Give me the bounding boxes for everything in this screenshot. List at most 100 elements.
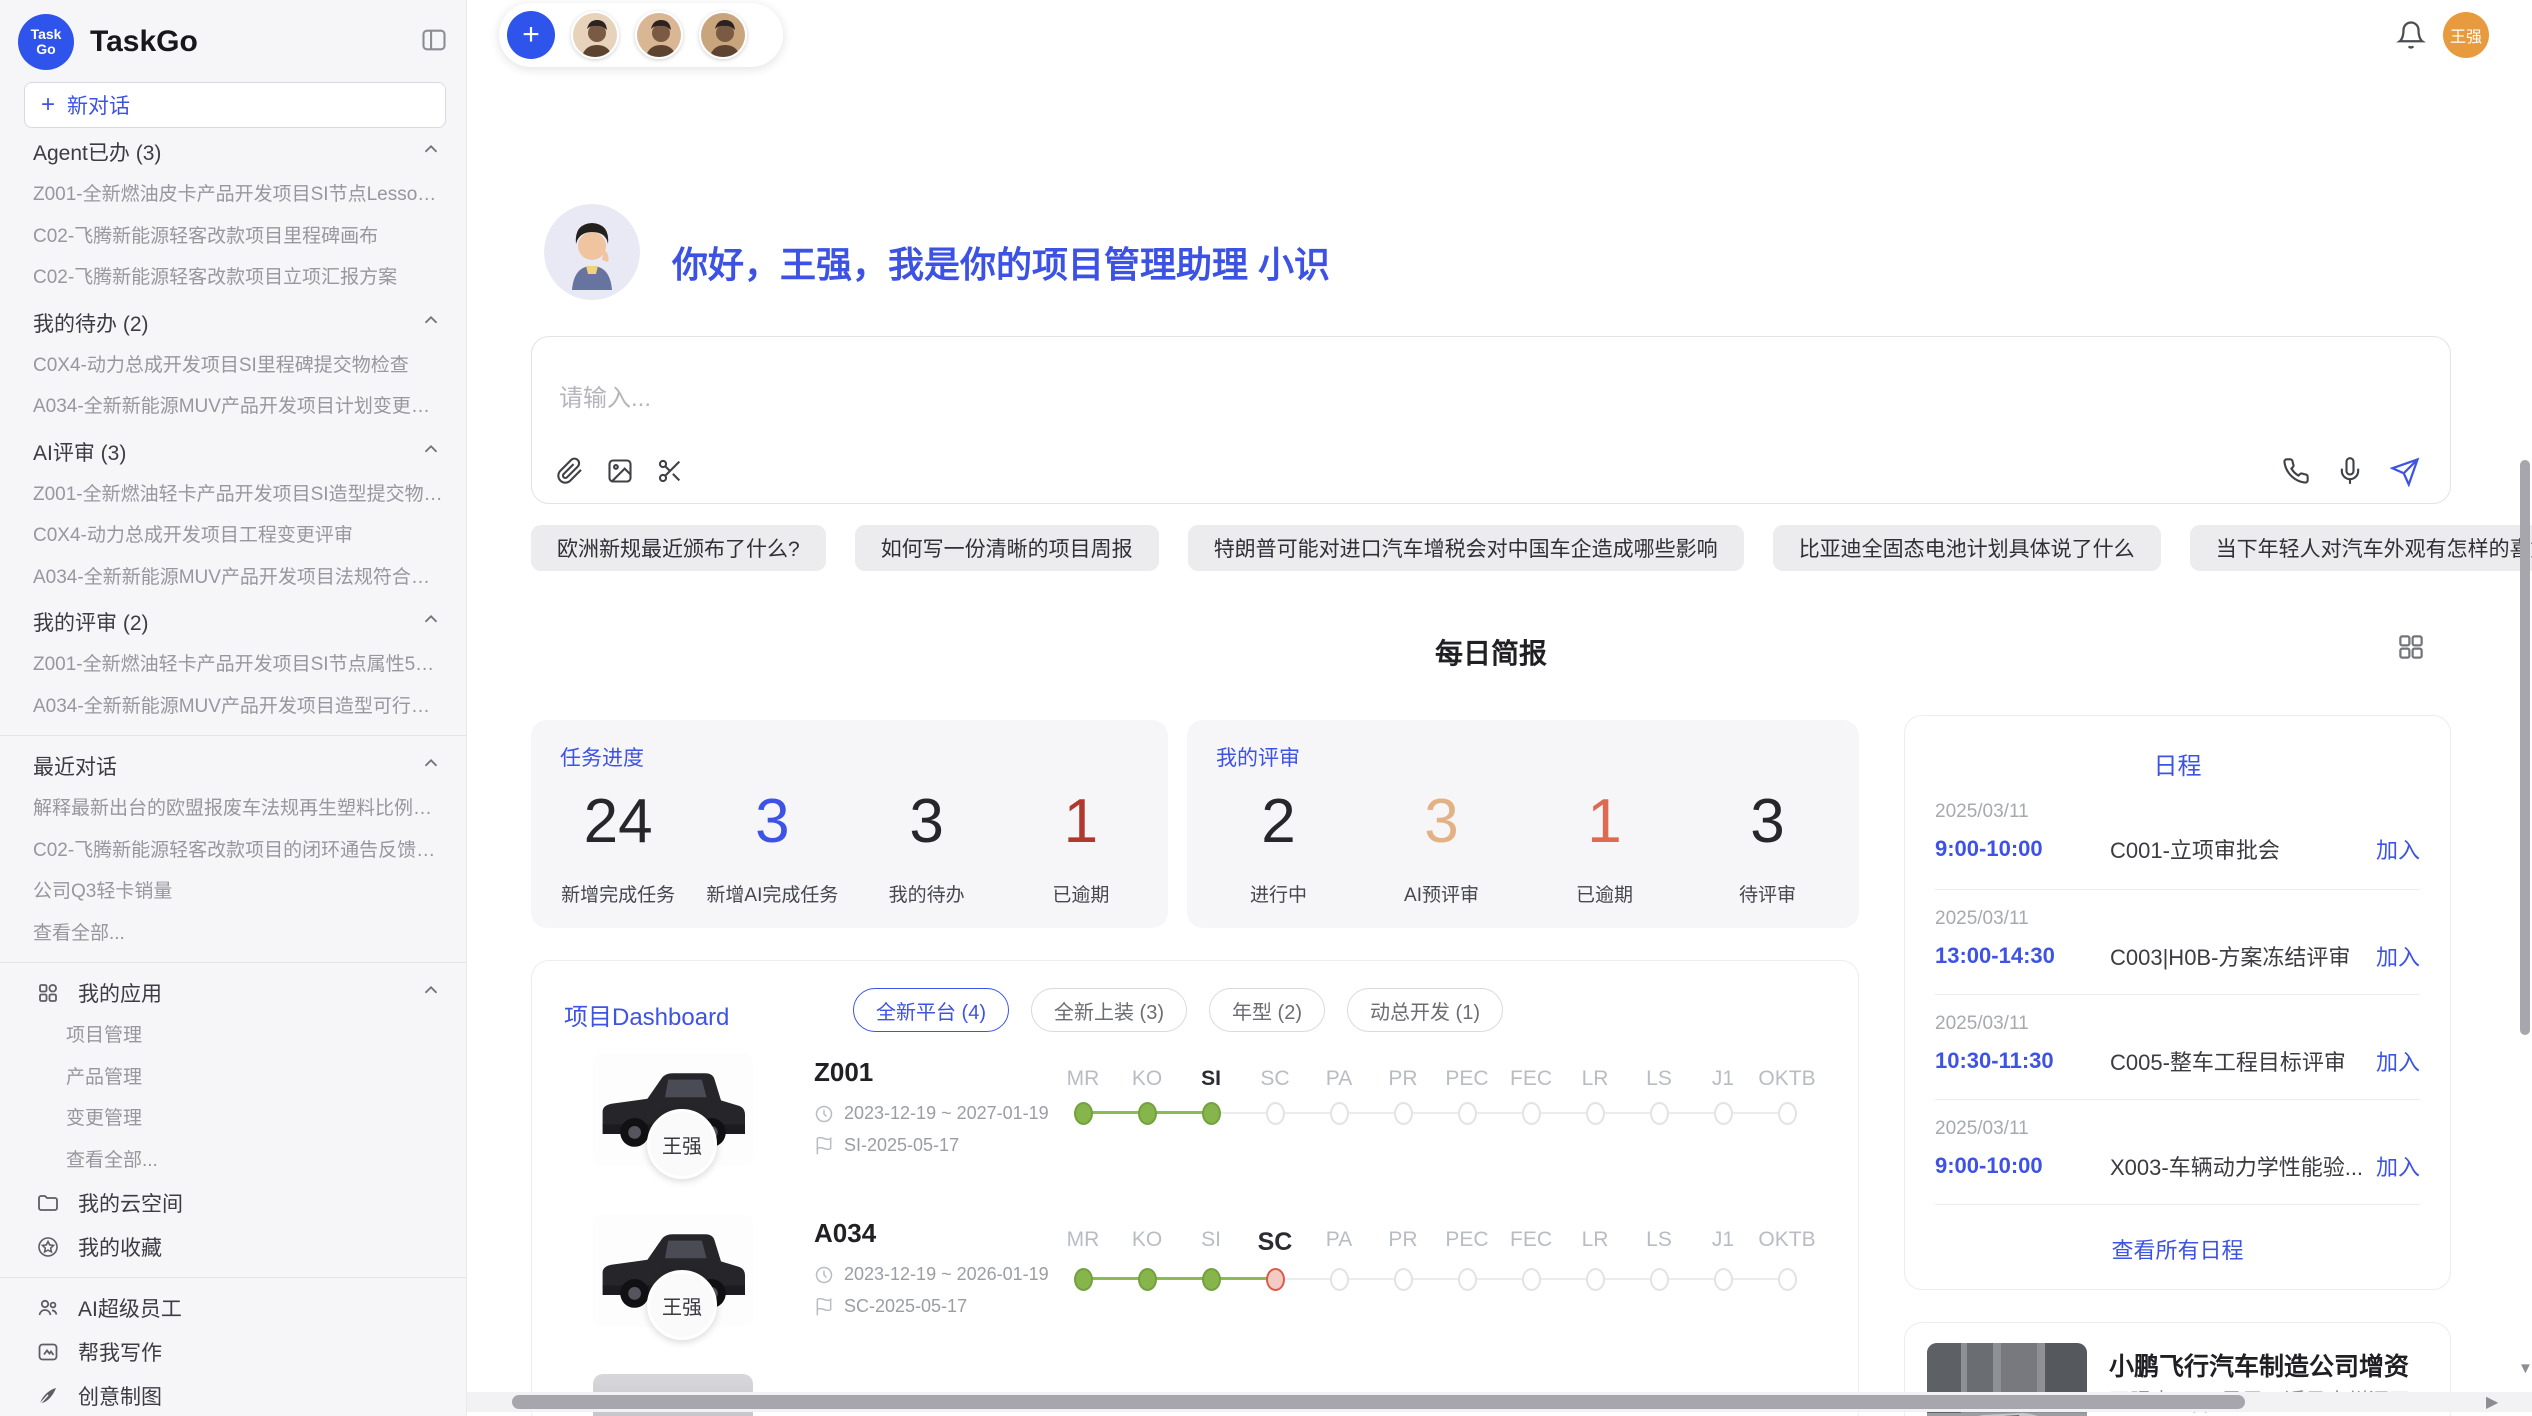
- stat: 3 待评审: [1686, 778, 1849, 928]
- project-dates: 2023-12-19 ~ 2026-01-19: [814, 1264, 1049, 1285]
- join-button[interactable]: 加入: [2376, 833, 2420, 865]
- stat-value: 1: [1587, 778, 1621, 866]
- sidebar-item-cloud-space[interactable]: 我的云空间: [0, 1181, 466, 1225]
- list-item[interactable]: Z001-全新燃油轻卡产品开发项目SI造型提交物评审: [0, 474, 466, 516]
- tab-powertrain[interactable]: 动总开发 (1): [1347, 988, 1503, 1032]
- vertical-scrollbar-thumb[interactable]: [2520, 460, 2530, 1035]
- clock-icon: [814, 1265, 834, 1285]
- list-item[interactable]: C0X4-动力总成开发项目工程变更评审: [0, 515, 466, 557]
- chevron-up-icon[interactable]: [420, 979, 442, 1007]
- join-button[interactable]: 加入: [2376, 1150, 2420, 1182]
- microphone-icon[interactable]: [2336, 457, 2364, 485]
- chevron-up-icon[interactable]: [420, 752, 442, 780]
- scroll-down-arrow-icon[interactable]: ▼: [2518, 1360, 2532, 1377]
- section-agent-done[interactable]: Agent已办 (3): [0, 130, 466, 174]
- voice-call-icon[interactable]: [2282, 457, 2310, 485]
- card-title: 我的评审: [1216, 742, 1300, 772]
- sidebar-item-creative-draw[interactable]: 创意制图: [0, 1374, 466, 1416]
- project-owner-avatar: 王强: [647, 1270, 717, 1340]
- project-row-z001[interactable]: 王强 Z001 2023-12-19 ~ 2027-01-19 SI-2025-…: [532, 1053, 1858, 1213]
- list-item[interactable]: A034-全新新能源MUV产品开发项目法规符合性评审: [0, 557, 466, 599]
- chevron-up-icon[interactable]: [420, 608, 442, 636]
- event-name: C001-立项审批会: [2110, 833, 2376, 865]
- view-all-apps[interactable]: 查看全部...: [0, 1140, 466, 1182]
- session-avatar-3[interactable]: [699, 11, 747, 59]
- image-upload-icon[interactable]: [606, 457, 634, 485]
- tab-new-body[interactable]: 全新上装 (3): [1031, 988, 1187, 1032]
- project-row-a034[interactable]: 王强 A034 2023-12-19 ~ 2026-01-19 SC-2025-…: [532, 1214, 1858, 1374]
- chevron-up-icon[interactable]: [420, 438, 442, 466]
- event-time: 9:00-10:00: [1935, 836, 2110, 862]
- stat-value: 3: [1750, 778, 1784, 866]
- chevron-up-icon[interactable]: [420, 309, 442, 337]
- view-all-chats[interactable]: 查看全部...: [0, 913, 466, 955]
- divider: [1935, 1204, 2420, 1205]
- list-item[interactable]: A034-全新新能源MUV产品开发项目计划变更表编写: [0, 386, 466, 428]
- sidebar-collapse-icon[interactable]: [420, 26, 448, 59]
- stat: 3 AI预评审: [1360, 778, 1523, 928]
- suggestion-chip[interactable]: 比亚迪全固态电池计划具体说了什么: [1773, 525, 2161, 571]
- list-item[interactable]: 解释最新出台的欧盟报废车法规再生塑料比例被调至15%...: [0, 788, 466, 830]
- layout-grid-icon[interactable]: [2396, 632, 2426, 662]
- task-progress-card: 任务进度 24 新增完成任务 3 新增AI完成任务 3 我的待办 1 已逾期: [531, 720, 1168, 928]
- user-avatar[interactable]: 王强: [2443, 12, 2489, 58]
- suggestion-chip[interactable]: 如何写一份清晰的项目周报: [855, 525, 1159, 571]
- send-icon[interactable]: [2390, 457, 2418, 485]
- section-ai-review[interactable]: AI评审 (3): [0, 430, 466, 474]
- stat-label: 新增AI完成任务: [706, 880, 838, 907]
- tab-year-model[interactable]: 年型 (2): [1209, 988, 1325, 1032]
- sidebar-item-project-mgmt[interactable]: 项目管理: [0, 1015, 466, 1057]
- list-item[interactable]: C0X4-动力总成开发项目SI里程碑提交物检查: [0, 345, 466, 387]
- list-item[interactable]: A034-全新新能源MUV产品开发项目造型可行性评审: [0, 686, 466, 728]
- suggestion-chip[interactable]: 特朗普可能对进口汽车增税会对中国车企造成哪些影响: [1188, 525, 1744, 571]
- project-name: Z001: [814, 1057, 873, 1088]
- chat-input[interactable]: [559, 385, 1759, 413]
- tab-new-platform[interactable]: 全新平台 (4): [853, 988, 1009, 1032]
- schedule-card: 日程 2025/03/11 9:00-10:00 C001-立项审批会 加入 2…: [1904, 715, 2451, 1290]
- divider: [1935, 889, 2420, 890]
- event-name: C005-整车工程目标评审: [2110, 1045, 2376, 1077]
- list-item[interactable]: C02-飞腾新能源轻客改款项目立项汇报方案: [0, 257, 466, 299]
- sidebar-item-favorites[interactable]: 我的收藏: [0, 1225, 466, 1269]
- sidebar-item-write-helper[interactable]: 帮我写作: [0, 1330, 466, 1374]
- section-my-todo[interactable]: 我的待办 (2): [0, 301, 466, 345]
- suggestion-chip[interactable]: 欧洲新规最近颁布了什么?: [531, 525, 826, 571]
- section-recent-chats[interactable]: 最近对话: [0, 744, 466, 788]
- horizontal-scrollbar-thumb[interactable]: [512, 1395, 2245, 1409]
- chevron-up-icon[interactable]: [420, 138, 442, 166]
- event-name: C003|H0B-方案冻结评审: [2110, 940, 2376, 972]
- list-item[interactable]: C02-飞腾新能源轻客改款项目里程碑画布: [0, 216, 466, 258]
- sidebar-item-ai-employee[interactable]: AI超级员工: [0, 1286, 466, 1330]
- stat-label: 进行中: [1250, 880, 1307, 907]
- sidebar-item-change-mgmt[interactable]: 变更管理: [0, 1098, 466, 1140]
- scissors-icon[interactable]: [656, 457, 684, 485]
- list-item[interactable]: 公司Q3轻卡销量: [0, 871, 466, 913]
- scroll-right-arrow-icon[interactable]: ▶: [2486, 1392, 2498, 1412]
- join-button[interactable]: 加入: [2376, 1045, 2420, 1077]
- new-session-button[interactable]: +: [507, 11, 555, 59]
- event-name: X003-车辆动力学性能验...: [2110, 1150, 2376, 1182]
- attachment-icon[interactable]: [556, 457, 584, 485]
- assistant-avatar: [544, 204, 640, 300]
- list-item[interactable]: C02-飞腾新能源轻客改款项目的闭环通告反馈情况: [0, 830, 466, 872]
- view-all-schedule[interactable]: 查看所有日程: [1905, 1233, 2450, 1265]
- schedule-title: 日程: [1905, 746, 2450, 781]
- section-my-review[interactable]: 我的评审 (2): [0, 600, 466, 644]
- my-review-card: 我的评审 2 进行中 3 AI预评审 1 已逾期 3 待评审: [1187, 720, 1859, 928]
- notification-bell-icon[interactable]: [2396, 20, 2426, 50]
- sidebar-item-product-mgmt[interactable]: 产品管理: [0, 1057, 466, 1099]
- flag-icon: [814, 1136, 834, 1156]
- session-avatar-1[interactable]: [571, 11, 619, 59]
- logo-text-top: Task: [31, 27, 62, 42]
- sidebar-item-my-apps[interactable]: 我的应用: [0, 971, 466, 1015]
- app-window: Task Go TaskGo + 新对话 Agent已办 (3) Z001-全新…: [0, 0, 2532, 1416]
- app-title: TaskGo: [90, 25, 420, 59]
- list-item[interactable]: Z001-全新燃油皮卡产品开发项目SI节点Lesson Learn报告: [0, 174, 466, 216]
- milestone-dots: [1051, 1091, 1819, 1135]
- list-item[interactable]: Z001-全新燃油轻卡产品开发项目SI节点属性5D文件评审: [0, 644, 466, 686]
- suggestion-chip[interactable]: 当下年轻人对汽车外观有怎样的喜好趋势: [2190, 525, 2532, 571]
- new-chat-button[interactable]: + 新对话: [24, 82, 446, 128]
- event-date: 2025/03/11: [1935, 908, 2420, 930]
- session-avatar-2[interactable]: [635, 11, 683, 59]
- join-button[interactable]: 加入: [2376, 940, 2420, 972]
